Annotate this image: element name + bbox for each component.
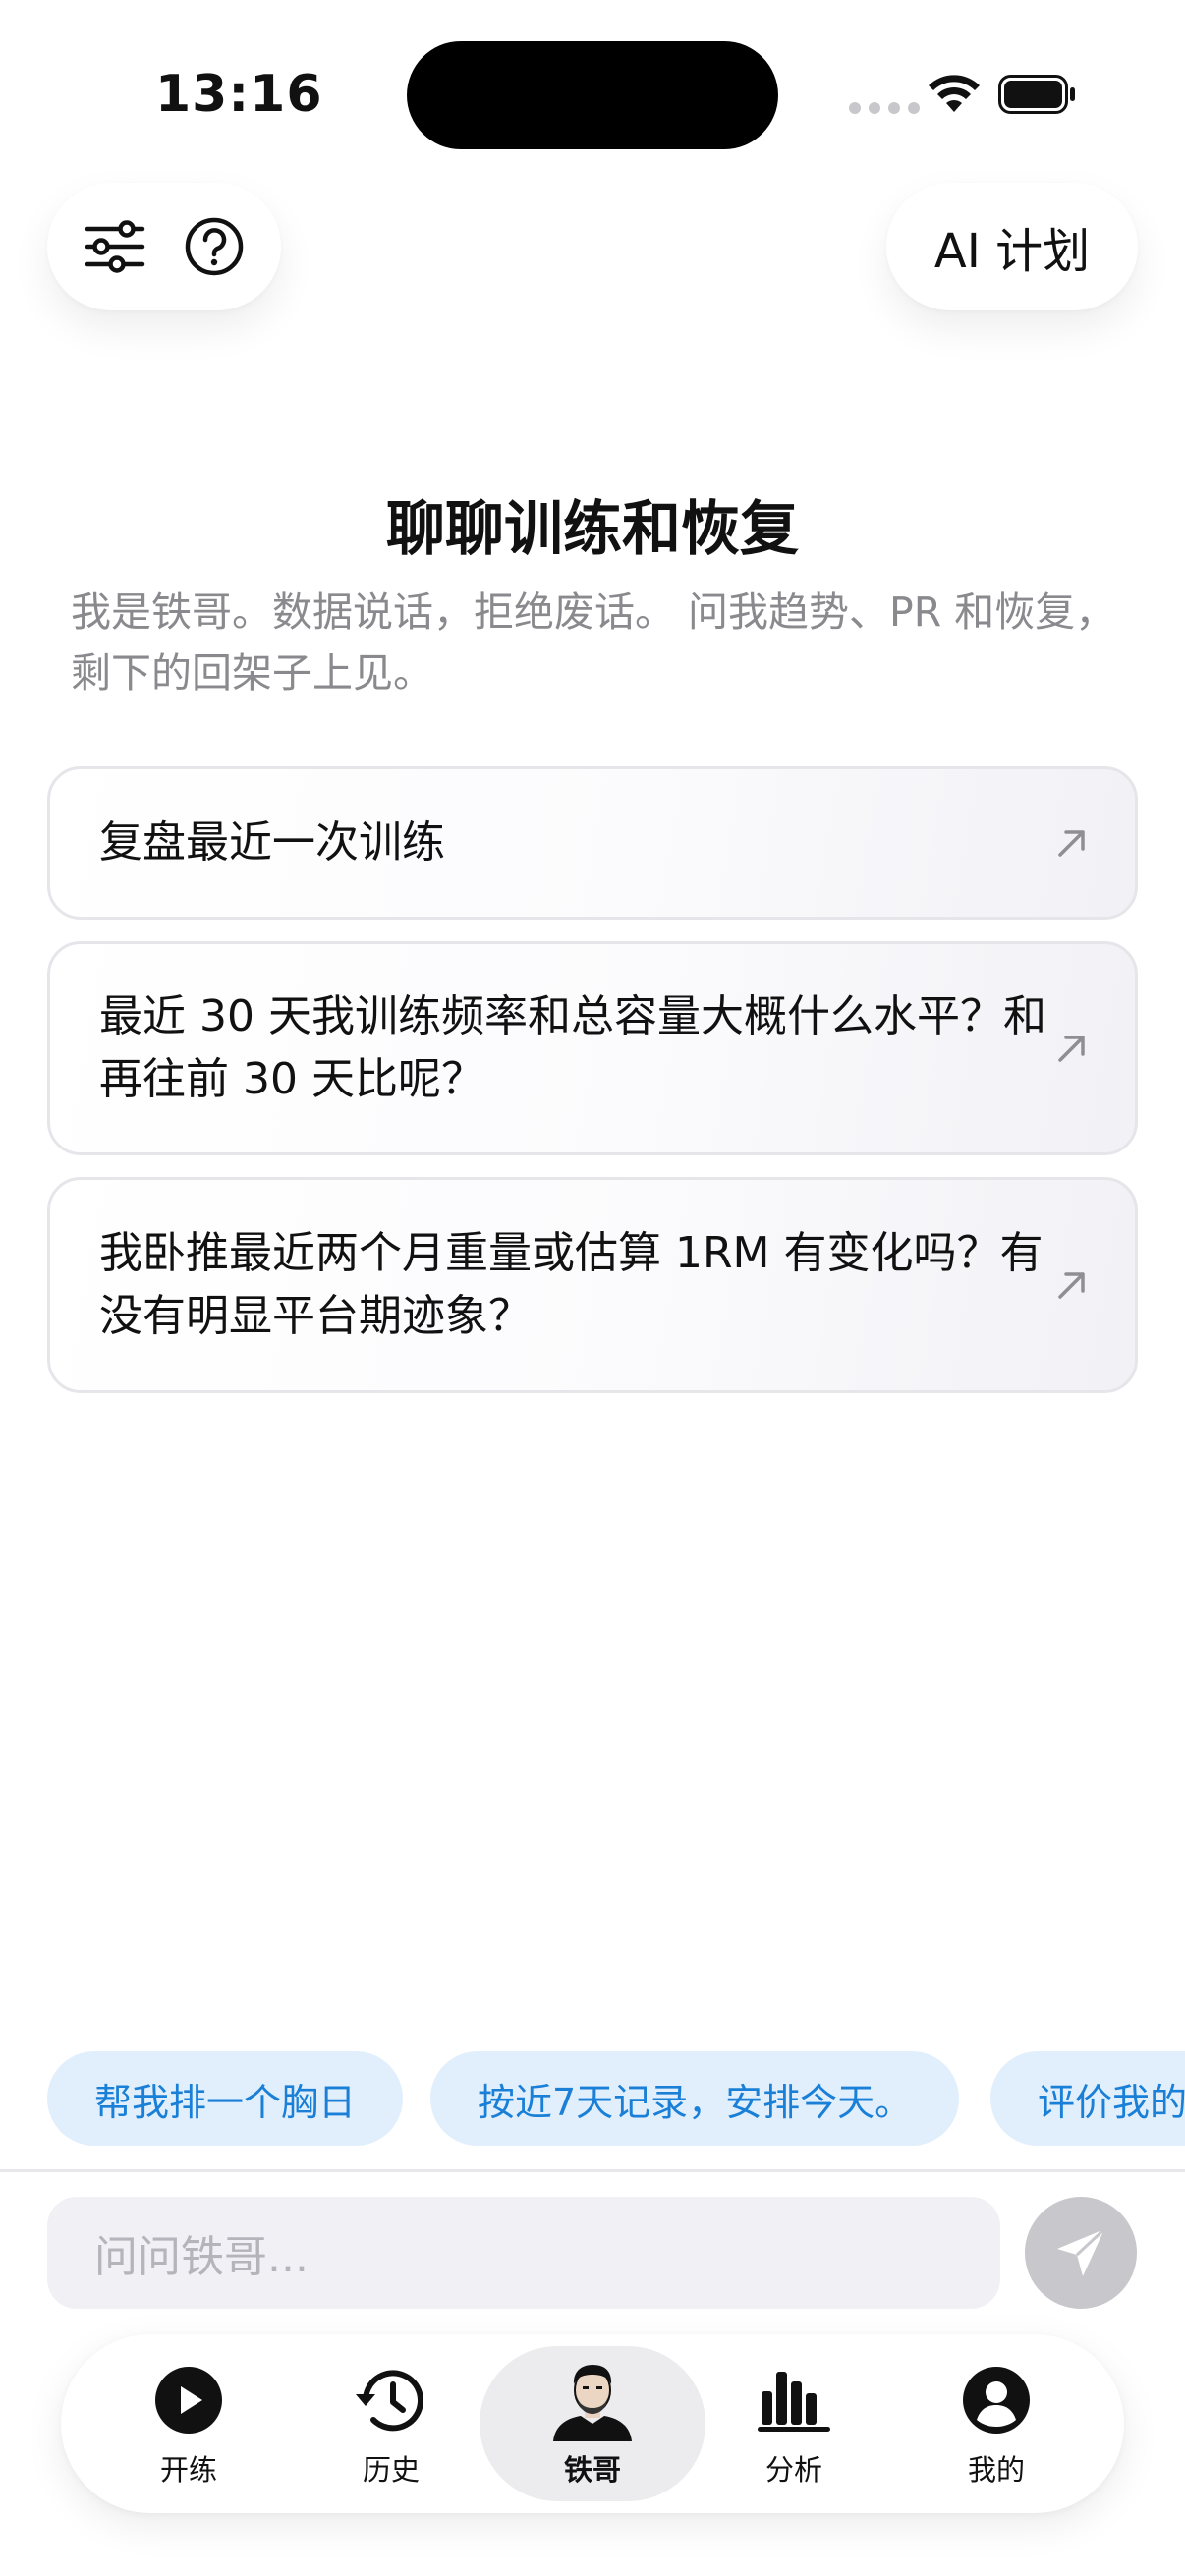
- arrow-up-right-icon: [1058, 1272, 1085, 1299]
- battery-icon: [998, 75, 1075, 114]
- wifi-icon: [929, 75, 980, 112]
- tab-label: 铁哥: [563, 2453, 621, 2487]
- page-title: 聊聊训练和恢复: [386, 495, 799, 564]
- dynamic-island: [407, 41, 778, 149]
- divider: [0, 2169, 1185, 2172]
- tab-start[interactable]: 开练: [90, 2334, 287, 2513]
- suggestion-text: 我卧推最近两个月重量或估算 1RM 有变化吗？有没有明显平台期迹象？: [99, 1228, 1044, 1341]
- chip-plan-today[interactable]: 按近7天记录，安排今天。: [430, 2051, 960, 2146]
- ai-plan-label: AI 计划: [933, 224, 1091, 279]
- chip-evaluate[interactable]: 评价我的: [990, 2051, 1185, 2146]
- suggestion-text: 复盘最近一次训练: [99, 817, 445, 868]
- tab-label: 历史: [362, 2453, 420, 2487]
- tab-coach[interactable]: 铁哥: [480, 2346, 705, 2501]
- tab-label: 我的: [967, 2453, 1025, 2487]
- send-icon: [1057, 2227, 1106, 2276]
- tab-history[interactable]: 历史: [293, 2334, 489, 2513]
- send-button[interactable]: [1025, 2197, 1137, 2309]
- chat-input[interactable]: 问问铁哥...: [47, 2197, 1000, 2309]
- arrow-up-right-icon: [1058, 1036, 1085, 1062]
- arrow-up-right-icon: [1058, 830, 1085, 857]
- suggestion-card[interactable]: 复盘最近一次训练: [47, 766, 1138, 920]
- suggestion-text: 最近 30 天我训练频率和总容量大概什么水平？和再往前 30 天比呢？: [99, 991, 1046, 1104]
- suggestion-card[interactable]: 最近 30 天我训练频率和总容量大概什么水平？和再往前 30 天比呢？: [47, 941, 1138, 1155]
- sliders-icon[interactable]: [76, 207, 154, 286]
- status-time: 13:16: [155, 65, 323, 124]
- chip-chest-day[interactable]: 帮我排一个胸日: [47, 2051, 404, 2146]
- tab-analysis[interactable]: 分析: [696, 2334, 892, 2513]
- intro-subtitle: 我是铁哥。数据说话，拒绝废话。 问我趋势、PR 和恢复，剩下的回架子上见。: [71, 588, 1116, 697]
- suggestion-card[interactable]: 我卧推最近两个月重量或估算 1RM 有变化吗？有没有明显平台期迹象？: [47, 1177, 1138, 1393]
- profile-icon: [963, 2367, 1030, 2434]
- bar-chart-icon: [758, 2372, 830, 2432]
- ai-plan-button[interactable]: AI 计划: [886, 183, 1138, 310]
- tab-label: 分析: [764, 2453, 822, 2487]
- history-clock-icon: [356, 2370, 423, 2432]
- coach-avatar-icon: [553, 2365, 632, 2441]
- header-actions: [47, 183, 281, 310]
- tab-label: 开练: [159, 2453, 217, 2487]
- question-circle-icon[interactable]: [175, 207, 254, 286]
- tab-me[interactable]: 我的: [898, 2334, 1095, 2513]
- quick-prompt-chips: 帮我排一个胸日 按近7天记录，安排今天。 评价我的: [0, 2051, 1185, 2146]
- chat-input-placeholder: 问问铁哥...: [94, 2232, 309, 2282]
- cellular-signal-icon: [849, 102, 920, 114]
- play-circle-icon: [155, 2367, 222, 2434]
- tab-bar: 开练 历史 铁哥 分析 我的: [61, 2334, 1124, 2513]
